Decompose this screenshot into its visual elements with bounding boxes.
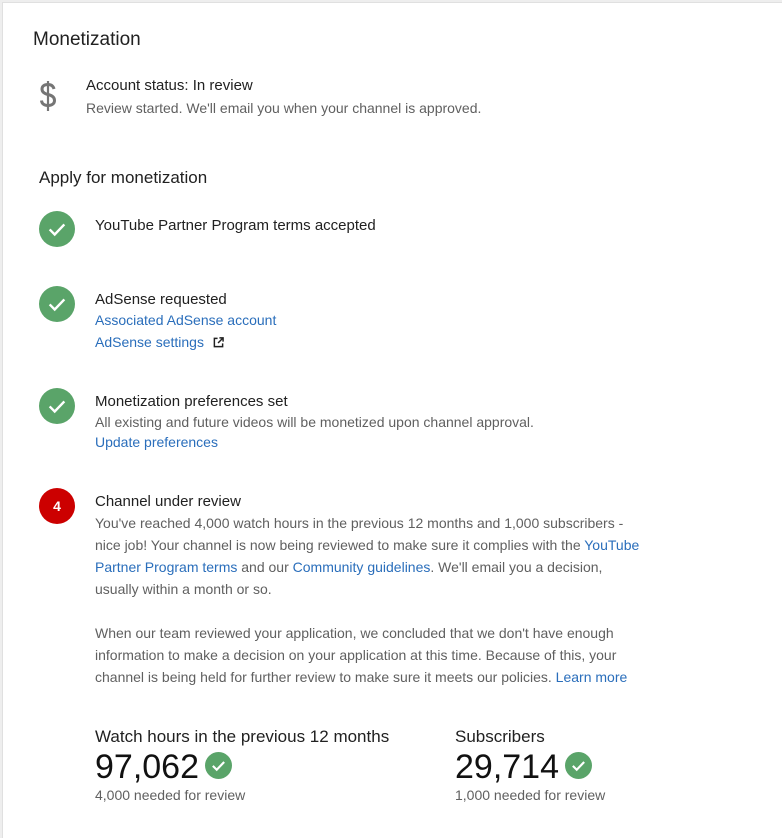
monetization-card: Monetization Account status: In review R… (2, 2, 782, 838)
step-complete-badge (39, 388, 75, 424)
external-link-icon (213, 337, 224, 348)
account-status: Account status: In review (86, 77, 253, 94)
hold-text: When our team reviewed your application,… (95, 625, 617, 685)
review-paragraph: You've reached 4,000 watch hours in the … (95, 512, 640, 600)
account-status-detail: Review started. We'll email you when you… (86, 100, 482, 116)
subscribers-value: 29,714 (455, 748, 559, 786)
watch-hours-value: 97,062 (95, 748, 199, 786)
check-icon (48, 400, 66, 414)
community-guidelines-link[interactable]: Community guidelines (293, 559, 431, 575)
step-complete-badge (39, 211, 75, 247)
hold-paragraph: When our team reviewed your application,… (95, 622, 640, 688)
check-icon (48, 223, 66, 237)
watch-hours-value-row: 97,062 (95, 748, 232, 787)
review-text: and our (237, 559, 293, 575)
learn-more-link[interactable]: Learn more (556, 669, 628, 685)
check-icon (48, 298, 66, 312)
subscribers-label: Subscribers (455, 727, 545, 746)
section-title: Monetization (33, 29, 141, 50)
step-adsense-title: AdSense requested (95, 291, 227, 308)
subscribers-value-row: 29,714 (455, 748, 592, 787)
step-review-title: Channel under review (95, 493, 241, 510)
review-text: You've reached 4,000 watch hours in the … (95, 515, 624, 553)
step-preferences-title: Monetization preferences set (95, 393, 288, 410)
step-preferences-detail: All existing and future videos will be m… (95, 414, 534, 430)
apply-heading: Apply for monetization (39, 168, 208, 187)
watch-hours-note: 4,000 needed for review (95, 787, 246, 803)
step-complete-badge (39, 286, 75, 322)
check-icon (565, 752, 592, 779)
adsense-settings-label[interactable]: AdSense settings (95, 334, 204, 350)
step-terms-title: YouTube Partner Program terms accepted (95, 217, 376, 234)
check-icon (205, 752, 232, 779)
associated-adsense-link[interactable]: Associated AdSense account (95, 312, 276, 328)
dollar-icon (40, 81, 57, 111)
step-number: 4 (53, 498, 61, 514)
adsense-settings-link[interactable]: AdSense settings (95, 334, 224, 350)
watch-hours-label: Watch hours in the previous 12 months (95, 727, 390, 746)
update-preferences-link[interactable]: Update preferences (95, 434, 218, 450)
step-number-badge: 4 (39, 488, 75, 524)
subscribers-note: 1,000 needed for review (455, 787, 606, 803)
